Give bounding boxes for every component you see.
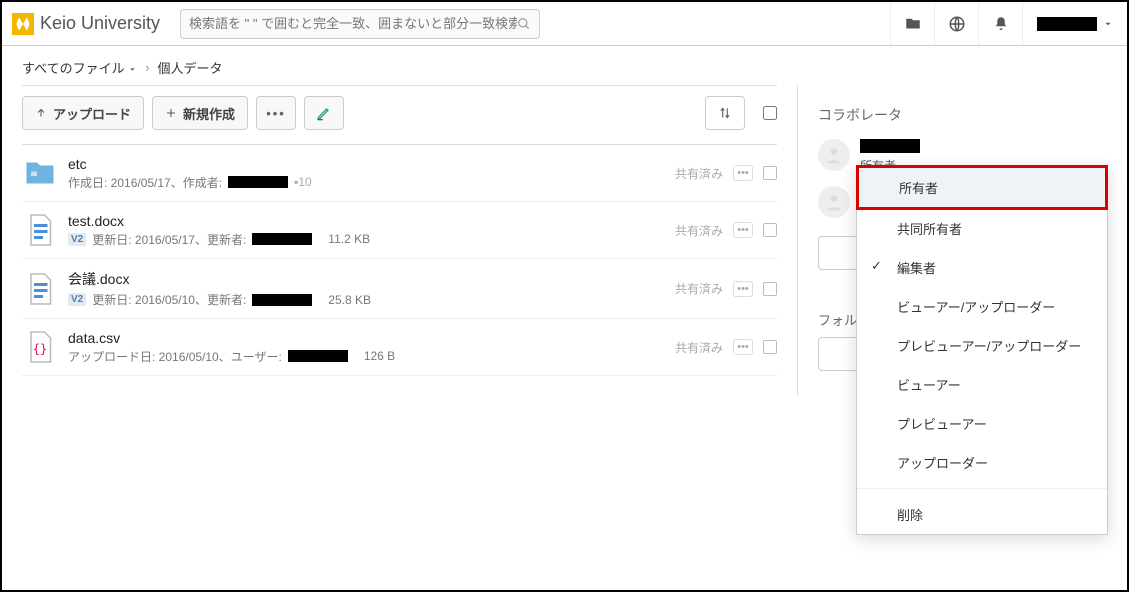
row-checkbox[interactable] [763, 223, 777, 237]
avatar-icon [818, 139, 850, 171]
author-redacted [228, 176, 288, 188]
row-menu-button[interactable]: ••• [733, 222, 753, 238]
file-list: etc作成日: 2016/05/17、作成者:▪10共有済み•••test.do… [22, 145, 777, 376]
file-row[interactable]: 会議.docx V2更新日: 2016/05/10、更新者:25.8 KB共有済み… [22, 259, 777, 319]
chevron-down-icon [128, 65, 137, 74]
dropdown-item[interactable]: 所有者 [856, 165, 1108, 210]
bell-icon[interactable] [978, 2, 1022, 45]
action-toolbar: アップロード 新規作成 ••• [22, 85, 777, 145]
file-meta: アップロード日: 2016/05/10、ユーザー:126 B [68, 348, 675, 365]
dropdown-item[interactable]: プレビューアー/アップローダー [857, 326, 1107, 365]
version-badge: V2 [68, 233, 86, 246]
search-icon [517, 17, 531, 31]
role-dropdown-menu: 所有者共同所有者✓編集者ビューアー/アップローダープレビューアー/アップローダー… [856, 165, 1108, 535]
app-header: Keio University [2, 2, 1127, 46]
breadcrumb-separator: › [145, 60, 149, 75]
brand-name: Keio University [40, 13, 160, 34]
collab-name-redacted [860, 139, 920, 153]
dropdown-item[interactable]: プレビューアー [857, 404, 1107, 443]
upload-button[interactable]: アップロード [22, 96, 144, 130]
shared-label: 共有済み [675, 165, 723, 182]
dropdown-item[interactable]: ビューアー [857, 365, 1107, 404]
svg-text:{}: {} [33, 342, 47, 356]
file-name[interactable]: test.docx [68, 213, 675, 229]
check-icon: ✓ [871, 258, 882, 274]
dropdown-delete[interactable]: 削除 [857, 495, 1107, 534]
dropdown-item[interactable]: ✓編集者 [857, 248, 1107, 287]
sort-button[interactable] [705, 96, 745, 130]
search-input[interactable] [189, 16, 517, 31]
doc-icon [22, 271, 58, 307]
row-menu-button[interactable]: ••• [733, 339, 753, 355]
right-sidebar: コラボレータ 所有者 編集者 [797, 85, 1127, 396]
breadcrumb: すべてのファイル › 個人データ [2, 46, 1127, 85]
version-badge: V2 [68, 293, 86, 306]
files-icon[interactable] [890, 2, 934, 45]
ellipsis-icon: ••• [266, 106, 286, 121]
new-label: 新規作成 [183, 104, 235, 123]
dropdown-item[interactable]: 共同所有者 [857, 209, 1107, 248]
sort-icon [718, 106, 732, 120]
user-menu[interactable] [1022, 2, 1127, 45]
edit-button[interactable] [304, 96, 344, 130]
chevron-down-icon [1103, 19, 1113, 29]
logo-mark-icon [12, 13, 34, 35]
doc-icon [22, 212, 58, 248]
pencil-icon [316, 105, 332, 121]
breadcrumb-root[interactable]: すべてのファイル [22, 58, 137, 77]
file-meta: 作成日: 2016/05/17、作成者:▪10 [68, 174, 675, 191]
row-menu-button[interactable]: ••• [733, 165, 753, 181]
dropdown-item[interactable]: アップローダー [857, 443, 1107, 482]
dropdown-item[interactable]: ビューアー/アップローダー [857, 287, 1107, 326]
row-checkbox[interactable] [763, 340, 777, 354]
user-name-redacted [1037, 17, 1097, 31]
more-button[interactable]: ••• [256, 96, 296, 130]
file-name[interactable]: data.csv [68, 330, 675, 346]
header-icons [890, 2, 1127, 45]
row-checkbox[interactable] [763, 166, 777, 180]
shared-label: 共有済み [675, 222, 723, 239]
folder-icon [22, 155, 58, 191]
file-row[interactable]: {} data.csv アップロード日: 2016/05/10、ユーザー:126 B… [22, 319, 777, 376]
shared-label: 共有済み [675, 280, 723, 297]
file-row[interactable]: etc 作成日: 2016/05/17、作成者:▪10共有済み ••• [22, 145, 777, 202]
author-redacted [252, 294, 312, 306]
breadcrumb-current: 個人データ [158, 58, 223, 77]
upload-label: アップロード [53, 104, 131, 123]
brand-logo[interactable]: Keio University [12, 13, 160, 35]
author-redacted [288, 350, 348, 362]
collaborators-title: コラボレータ [818, 105, 1107, 125]
new-button[interactable]: 新規作成 [152, 96, 248, 130]
file-row[interactable]: test.docx V2更新日: 2016/05/17、更新者:11.2 KB共有… [22, 202, 777, 259]
avatar-icon [818, 186, 850, 218]
upload-icon [35, 107, 47, 119]
row-menu-button[interactable]: ••• [733, 281, 753, 297]
shared-label: 共有済み [675, 339, 723, 356]
csv-icon: {} [22, 329, 58, 365]
file-name[interactable]: 会議.docx [68, 269, 675, 289]
globe-icon[interactable] [934, 2, 978, 45]
search-box[interactable] [180, 9, 540, 39]
plus-icon [165, 107, 177, 119]
file-meta: V2更新日: 2016/05/10、更新者:25.8 KB [68, 291, 675, 308]
select-all-checkbox[interactable] [763, 106, 777, 120]
file-meta: V2更新日: 2016/05/17、更新者:11.2 KB [68, 231, 675, 248]
file-name[interactable]: etc [68, 156, 675, 172]
row-checkbox[interactable] [763, 282, 777, 296]
author-redacted [252, 233, 312, 245]
